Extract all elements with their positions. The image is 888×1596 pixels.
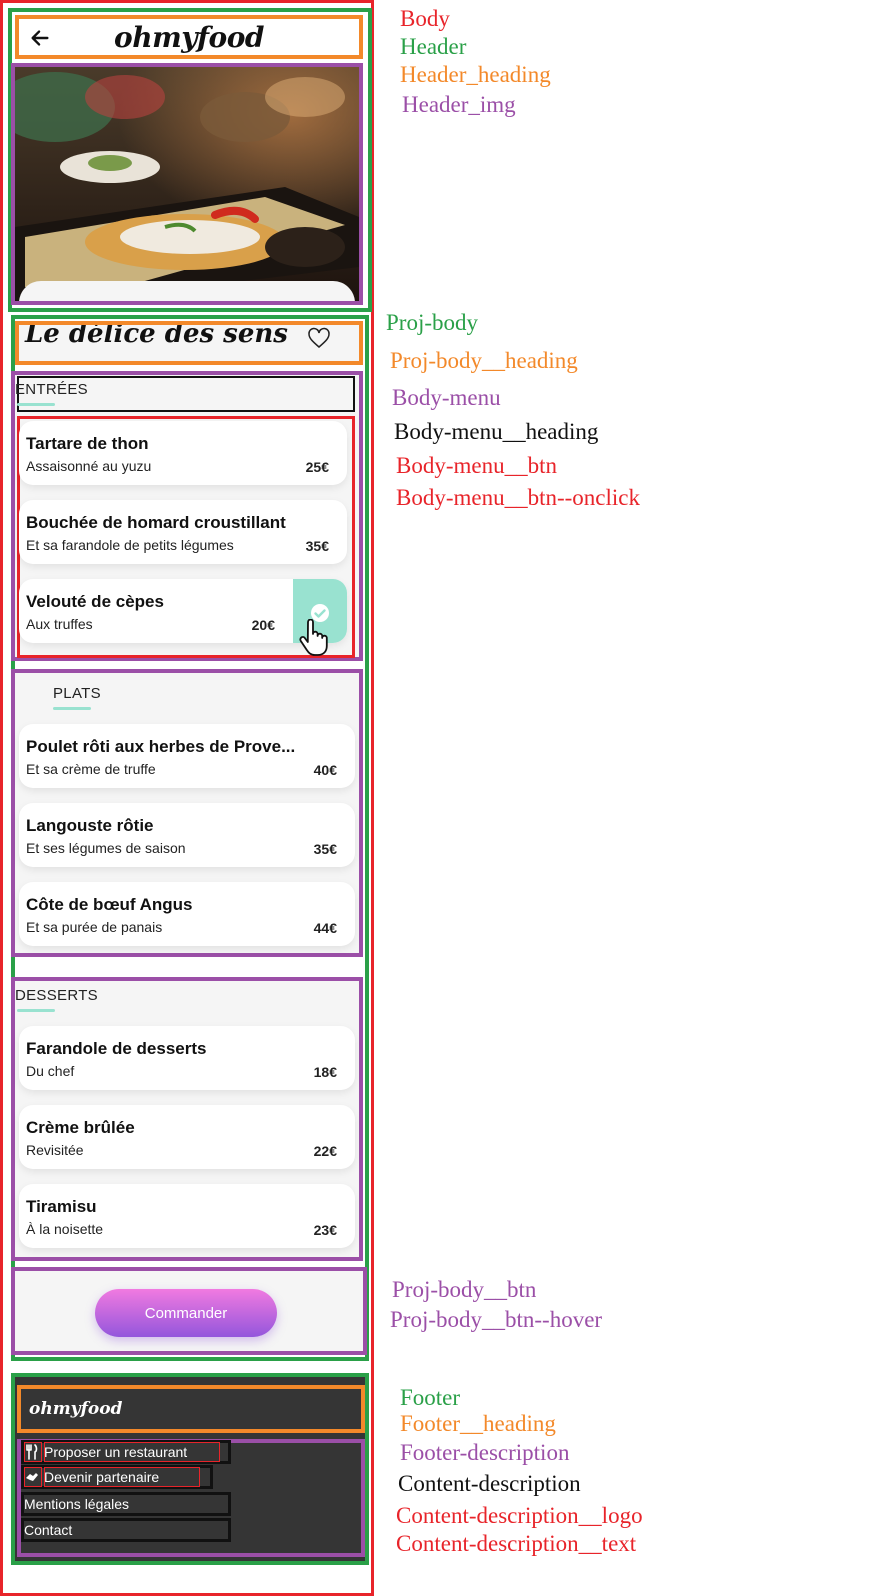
hand-pointer-icon [299,619,328,656]
legend-proj-body: Proj-body [386,310,478,335]
footer-link-legal[interactable]: Mentions légales [21,1492,231,1516]
footer-link-contact[interactable]: Contact [21,1518,231,1542]
dish-name: Bouchée de homard croustillant [26,513,286,532]
dish-description: À la noisette [26,1221,104,1237]
footer-logo[interactable]: ohmyfood [21,1399,122,1419]
menu-heading-plats: PLATS [53,685,101,702]
legend-body-menu-btn-onclick: Body-menu__btn--onclick [396,485,641,510]
proj-body-heading: Le délice des sens [15,321,363,365]
footer-link-text: Contact [24,1522,73,1538]
legend-body-menu-heading: Body-menu__heading [394,419,599,444]
footer-link-propose-restaurant[interactable]: Proposer un restaurant [21,1440,231,1464]
dish-price: 44€ [313,920,337,936]
dish-name: Crème brûlée [26,1118,135,1137]
menu-heading-desserts: DESSERTS [15,987,98,1004]
menu-heading-underline [53,707,91,710]
hero-bottom-curve [19,281,355,301]
legend-body-menu-btn: Body-menu__btn [396,453,557,478]
arrow-left-icon[interactable] [29,27,51,49]
dish-price: 23€ [313,1222,337,1238]
menu-heading-entrees: ENTRÉES [15,381,88,398]
dish-card[interactable]: Tiramisu À la noisette 23€ [19,1184,355,1248]
dish-name: Poulet rôti aux herbes de Prove... [26,737,296,756]
dish-description: Et ses légumes de saison [26,840,186,856]
footer-link-text: Proposer un restaurant [44,1444,188,1460]
dish-description: Et sa crème de truffe [26,761,156,777]
legend-footer-heading: Footer__heading [400,1411,556,1436]
legend-content-description: Content-description [398,1471,581,1496]
dish-card[interactable]: Bouchée de homard croustillant Et sa far… [19,500,347,564]
legend-header: Header [400,34,467,59]
legend-proj-body-btn: Proj-body__btn [392,1277,537,1302]
dish-card[interactable]: Langouste rôtie Et ses légumes de saison… [19,803,355,867]
header-heading: ohmyfood [15,15,363,59]
legend-header-img: Header_img [402,92,516,117]
dish-name: Velouté de cèpes [26,592,164,611]
dish-description: Et sa farandole de petits légumes [26,537,234,553]
footer-link-text: Devenir partenaire [44,1469,160,1485]
legend-proj-body-btn-hover: Proj-body__btn--hover [390,1307,603,1332]
dish-name: Côte de bœuf Angus [26,895,193,914]
dish-price: 20€ [251,617,275,633]
dish-card[interactable]: Côte de bœuf Angus Et sa purée de panais… [19,882,355,946]
legend-body: Body [400,6,450,31]
dish-description: Du chef [26,1063,75,1079]
site-logo[interactable]: ohmyfood [19,21,359,54]
legend-footer: Footer [400,1385,461,1410]
dish-card[interactable]: Poulet rôti aux herbes de Prove... Et sa… [19,724,355,788]
handshake-icon [26,1473,38,1481]
annotated-mockup: ohmyfood Le délice des sens ENTRÉES Tart… [0,0,888,1596]
dish-description: Aux truffes [26,616,93,632]
footer-heading: ohmyfood [17,1385,365,1433]
footer-link-partner[interactable]: Devenir partenaire [21,1465,213,1489]
footer-link-text: Mentions légales [24,1496,130,1512]
dish-price: 18€ [313,1064,337,1080]
legend-body-menu: Body-menu [392,385,501,410]
dish-name: Tartare de thon [26,434,149,453]
dish-name: Langouste rôtie [26,816,154,835]
dish-card[interactable]: Tartare de thon Assaisonné au yuzu 25€ [19,421,347,485]
dish-name: Farandole de desserts [26,1039,207,1058]
legend-content-description-logo: Content-description__logo [396,1503,643,1528]
menu-heading-underline [17,1009,55,1012]
legend-footer-description: Footer-description [400,1440,570,1465]
restaurant-title: Le délice des sens [25,321,288,349]
dish-description: Revisitée [26,1142,84,1158]
heart-outline-icon[interactable] [307,327,331,349]
restaurant-food-photo [15,67,359,301]
menu-heading-underline [17,403,55,406]
dish-price: 35€ [305,538,329,554]
dish-description: Assaisonné au yuzu [26,458,152,474]
body-frame: ohmyfood Le délice des sens ENTRÉES Tart… [0,0,374,1596]
dish-description: Et sa purée de panais [26,919,163,935]
header-img [11,63,363,305]
legend-content-description-text: Content-description__text [396,1531,637,1556]
dish-name: Tiramisu [26,1197,97,1216]
legend-proj-body-heading: Proj-body__heading [390,348,578,373]
legend-header-heading: Header_heading [400,62,551,87]
dish-price: 35€ [313,841,337,857]
dish-price: 40€ [313,762,337,778]
dish-price: 25€ [305,459,329,475]
dish-price: 22€ [313,1143,337,1159]
order-button[interactable]: Commander [95,1289,277,1337]
dish-card[interactable]: Farandole de desserts Du chef 18€ [19,1026,355,1090]
cutlery-icon [26,1444,38,1460]
dish-card[interactable]: Crème brûlée Revisitée 22€ [19,1105,355,1169]
